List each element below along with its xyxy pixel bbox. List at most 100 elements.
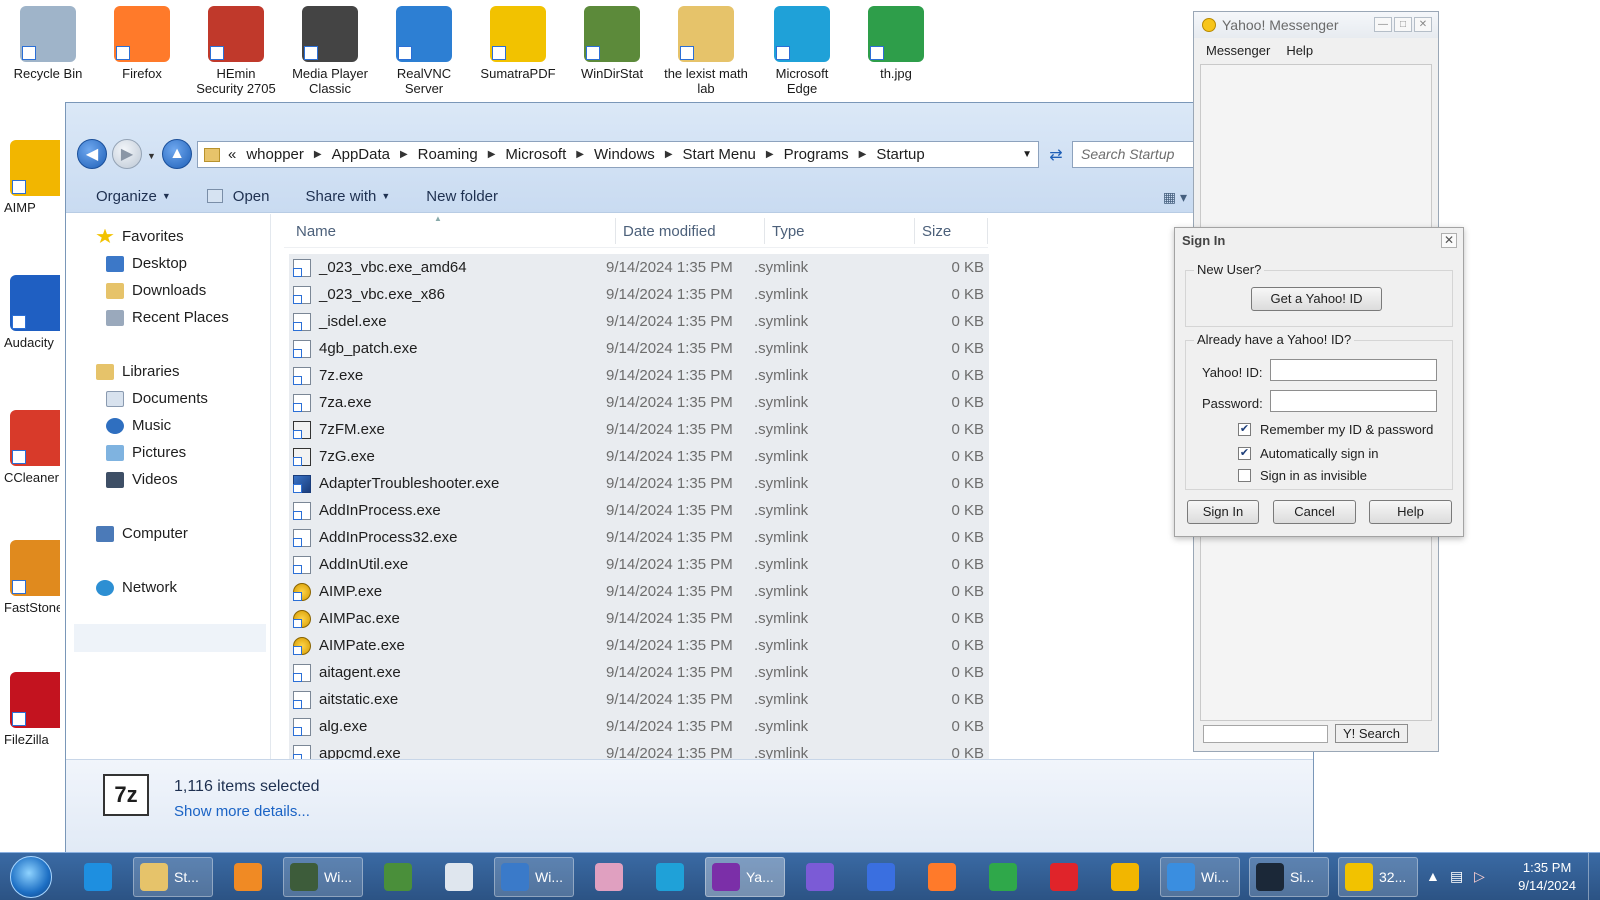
desktop-icon[interactable]: RealVNC Server — [382, 6, 466, 96]
desktop-icon[interactable]: AIMP — [0, 140, 60, 215]
breadcrumb-separator-icon[interactable]: ▶ — [665, 149, 673, 160]
column-name[interactable]: Name — [296, 223, 336, 240]
table-row[interactable]: 7zG.exe 9/14/2024 1:35 PM .symlink 0 KB — [289, 443, 989, 470]
checkbox-box[interactable] — [1238, 469, 1251, 482]
yahoo-search-input[interactable] — [1203, 725, 1328, 743]
breadcrumb-segment[interactable]: Startup — [876, 146, 924, 163]
breadcrumb-segment[interactable]: Start Menu — [683, 146, 756, 163]
taskbar-button[interactable] — [916, 857, 968, 897]
clock[interactable]: 1:35 PM 9/14/2024 — [1518, 859, 1576, 895]
breadcrumb-separator-icon[interactable]: ▶ — [766, 149, 774, 160]
volume-muted-icon[interactable]: ▷ — [1474, 868, 1485, 885]
nav-pictures[interactable]: Pictures — [106, 444, 186, 461]
network-tray-icon[interactable]: ▤ — [1450, 868, 1463, 885]
invisible-checkbox[interactable]: Sign in as invisible — [1238, 468, 1367, 483]
desktop-icon[interactable]: WinDirStat — [570, 6, 654, 81]
breadcrumb-separator-icon[interactable]: ▶ — [400, 149, 408, 160]
show-hidden-icons-icon[interactable]: ▲ — [1426, 868, 1440, 884]
table-row[interactable]: AdapterTroubleshooter.exe 9/14/2024 1:35 … — [289, 470, 989, 497]
taskbar-button[interactable]: Wi... — [494, 857, 574, 897]
back-button[interactable]: ◀ — [77, 139, 107, 169]
address-bar[interactable]: « whopper ▶ AppData ▶ Roaming ▶ Microsoft ▶ Windo… — [197, 141, 1039, 168]
desktop-icon[interactable]: SumatraPDF — [476, 6, 560, 81]
table-row[interactable]: aitstatic.exe 9/14/2024 1:35 PM .symlink 0 … — [289, 686, 989, 713]
taskbar-button[interactable]: Wi... — [1160, 857, 1240, 897]
nav-downloads[interactable]: Downloads — [106, 282, 206, 299]
table-row[interactable]: AIMP.exe 9/14/2024 1:35 PM .symlink 0 KB — [289, 578, 989, 605]
taskbar-button[interactable] — [372, 857, 424, 897]
nav-libraries[interactable]: Libraries — [96, 363, 180, 380]
table-row[interactable]: AddInProcess32.exe 9/14/2024 1:35 PM .syml… — [289, 524, 989, 551]
breadcrumb-separator-icon[interactable]: ▶ — [859, 149, 867, 160]
table-row[interactable]: 7zFM.exe 9/14/2024 1:35 PM .symlink 0 KB — [289, 416, 989, 443]
breadcrumb-segment[interactable]: Roaming — [418, 146, 478, 163]
nav-recent-places[interactable]: Recent Places — [106, 309, 229, 326]
address-dropdown-icon[interactable]: ▼ — [1022, 149, 1032, 160]
table-row[interactable]: _023_vbc.exe_x86 9/14/2024 1:35 PM .symlin… — [289, 281, 989, 308]
desktop-icon[interactable]: HEmin Security 2705 — [194, 6, 278, 96]
breadcrumb-segment[interactable]: Microsoft — [505, 146, 566, 163]
nav-computer[interactable]: Computer — [96, 525, 188, 542]
help-button[interactable]: Help — [1369, 500, 1452, 524]
column-divider[interactable] — [914, 218, 915, 244]
desktop-icon[interactable]: FileZilla — [0, 672, 60, 747]
close-icon[interactable]: ✕ — [1441, 233, 1457, 248]
nav-network[interactable]: Network — [96, 579, 177, 596]
menu-messenger[interactable]: Messenger — [1206, 43, 1270, 58]
remember-checkbox[interactable]: ✔ Remember my ID & password — [1238, 422, 1433, 437]
taskbar-button[interactable] — [794, 857, 846, 897]
recent-pages-dropdown[interactable]: ▼ — [147, 151, 156, 161]
show-desktop-button[interactable] — [1588, 853, 1600, 900]
password-input[interactable] — [1270, 390, 1437, 412]
table-row[interactable]: AddInProcess.exe 9/14/2024 1:35 PM .symlin… — [289, 497, 989, 524]
taskbar-button[interactable]: Wi... — [283, 857, 363, 897]
menu-help[interactable]: Help — [1286, 43, 1313, 58]
share-with-button[interactable]: Share with ▼ — [306, 188, 391, 205]
column-divider[interactable] — [764, 218, 765, 244]
breadcrumb-separator-icon[interactable]: ▶ — [488, 149, 496, 160]
breadcrumb-segment[interactable]: AppData — [332, 146, 390, 163]
nav-documents[interactable]: Documents — [106, 390, 208, 407]
taskbar-button[interactable] — [644, 857, 696, 897]
column-divider[interactable] — [615, 218, 616, 244]
table-row[interactable]: alg.exe 9/14/2024 1:35 PM .symlink 0 KB — [289, 713, 989, 740]
desktop-icon[interactable]: CCleaner — [0, 410, 60, 485]
nav-videos[interactable]: Videos — [106, 471, 178, 488]
show-more-details-link[interactable]: Show more details... — [174, 803, 310, 820]
new-folder-button[interactable]: New folder — [426, 188, 498, 205]
cancel-button[interactable]: Cancel — [1273, 500, 1356, 524]
taskbar-button[interactable]: 32... — [1338, 857, 1418, 897]
taskbar-button[interactable]: Si... — [1249, 857, 1329, 897]
nav-favorites[interactable]: Favorites — [96, 228, 184, 245]
forward-button[interactable]: ▶ — [112, 139, 142, 169]
organize-button[interactable]: Organize ▼ — [96, 188, 171, 205]
close-button[interactable]: ✕ — [1414, 17, 1432, 32]
table-row[interactable]: 4gb_patch.exe 9/14/2024 1:35 PM .symlink 0 … — [289, 335, 989, 362]
table-row[interactable]: AIMPate.exe 9/14/2024 1:35 PM .symlink 0 KB — [289, 632, 989, 659]
view-options-icon[interactable]: ▦ ▾ — [1163, 189, 1187, 206]
checkbox-box[interactable]: ✔ — [1238, 423, 1251, 436]
breadcrumb-separator-icon[interactable]: ▶ — [314, 149, 322, 160]
breadcrumb-overflow[interactable]: « — [228, 146, 236, 163]
desktop-icon[interactable]: Audacity — [0, 275, 60, 350]
taskbar-button[interactable] — [1099, 857, 1151, 897]
get-yahoo-id-button[interactable]: Get a Yahoo! ID — [1251, 287, 1382, 311]
auto-sign-in-checkbox[interactable]: ✔ Automatically sign in — [1238, 446, 1379, 461]
taskbar-button[interactable]: St... — [133, 857, 213, 897]
table-row[interactable]: AddInUtil.exe 9/14/2024 1:35 PM .symlink 0 … — [289, 551, 989, 578]
table-row[interactable]: aitagent.exe 9/14/2024 1:35 PM .symlink 0 K… — [289, 659, 989, 686]
refresh-icon[interactable]: ⇄ — [1043, 141, 1069, 168]
taskbar-button[interactable] — [855, 857, 907, 897]
checkbox-box[interactable]: ✔ — [1238, 447, 1251, 460]
nav-music[interactable]: Music — [106, 417, 171, 434]
table-row[interactable]: _023_vbc.exe_amd64 9/14/2024 1:35 PM .syml… — [289, 254, 989, 281]
desktop-icon[interactable]: Microsoft Edge — [760, 6, 844, 96]
breadcrumb-segment[interactable]: Programs — [784, 146, 849, 163]
taskbar-button[interactable] — [222, 857, 274, 897]
column-size[interactable]: Size — [922, 223, 951, 240]
taskbar-button[interactable]: Ya... — [705, 857, 785, 897]
sign-in-button[interactable]: Sign In — [1187, 500, 1259, 524]
taskbar-button[interactable] — [72, 857, 124, 897]
table-row[interactable]: 7z.exe 9/14/2024 1:35 PM .symlink 0 KB — [289, 362, 989, 389]
taskbar-button[interactable] — [433, 857, 485, 897]
